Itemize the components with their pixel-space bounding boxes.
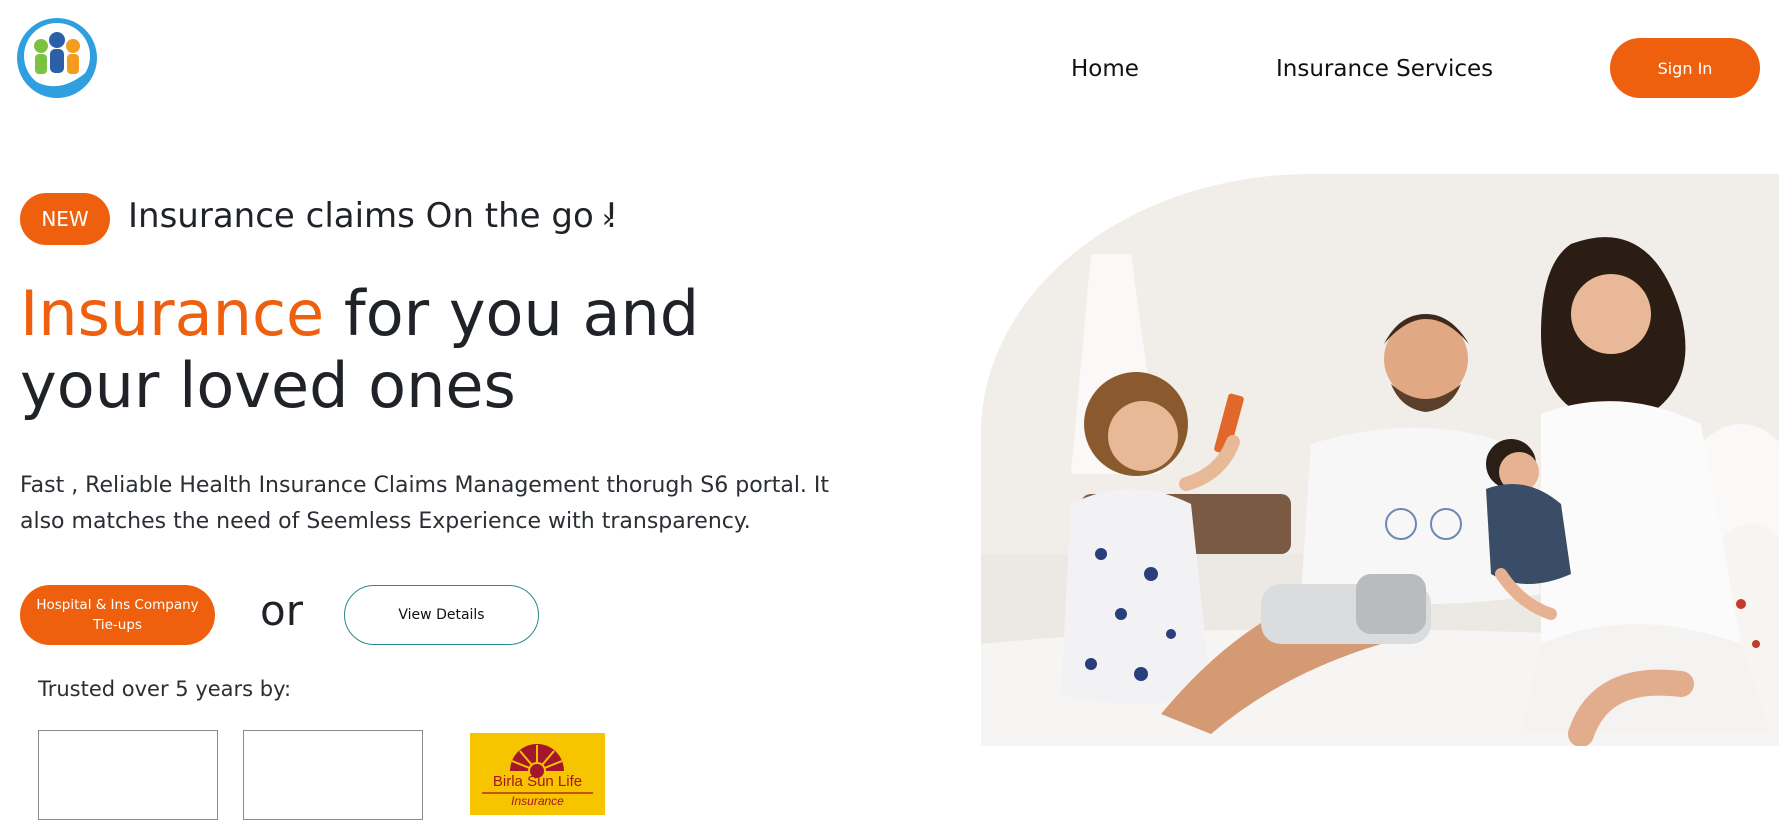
chevron-right-icon[interactable]: › — [602, 204, 612, 234]
birla-logo-subtext: Insurance — [511, 794, 564, 808]
landing-page: Home Insurance Services Sign In NEW Insu… — [0, 0, 1779, 829]
sign-in-button[interactable]: Sign In — [1610, 38, 1760, 98]
brand-logo-icon[interactable] — [15, 16, 99, 100]
partner-logo-placeholder — [243, 730, 423, 820]
hospital-tie-ups-button[interactable]: Hospital & Ins Company Tie-ups — [20, 585, 215, 645]
birla-sun-life-logo: Birla Sun Life Insurance — [470, 733, 605, 815]
new-badge: NEW — [20, 193, 110, 245]
hero-description: Fast , Reliable Health Insurance Claims … — [20, 473, 830, 534]
partner-logo-placeholder — [38, 730, 218, 820]
tie-ups-label-line2: Tie-ups — [93, 617, 142, 633]
view-details-button[interactable]: View Details — [344, 585, 539, 645]
birla-logo-text: Birla Sun Life — [492, 773, 583, 790]
headline-line2: your loved ones — [20, 349, 516, 422]
family-photo-illustration — [981, 174, 1779, 746]
hero-headline: Insurance for you and your loved ones — [20, 278, 720, 422]
tie-ups-label-line1: Hospital & Ins Company — [36, 597, 199, 613]
nav-insurance-services-link[interactable]: Insurance Services — [1276, 56, 1493, 82]
headline-line1-rest: for you and — [324, 277, 700, 350]
trusted-label: Trusted over 5 years by: — [38, 677, 292, 701]
family-hero-image — [981, 174, 1779, 746]
announcement-link[interactable]: Insurance claims On the go ! — [128, 196, 618, 236]
headline-accent: Insurance — [20, 277, 325, 350]
or-separator: or — [260, 586, 303, 635]
nav-home-link[interactable]: Home — [1071, 56, 1139, 82]
